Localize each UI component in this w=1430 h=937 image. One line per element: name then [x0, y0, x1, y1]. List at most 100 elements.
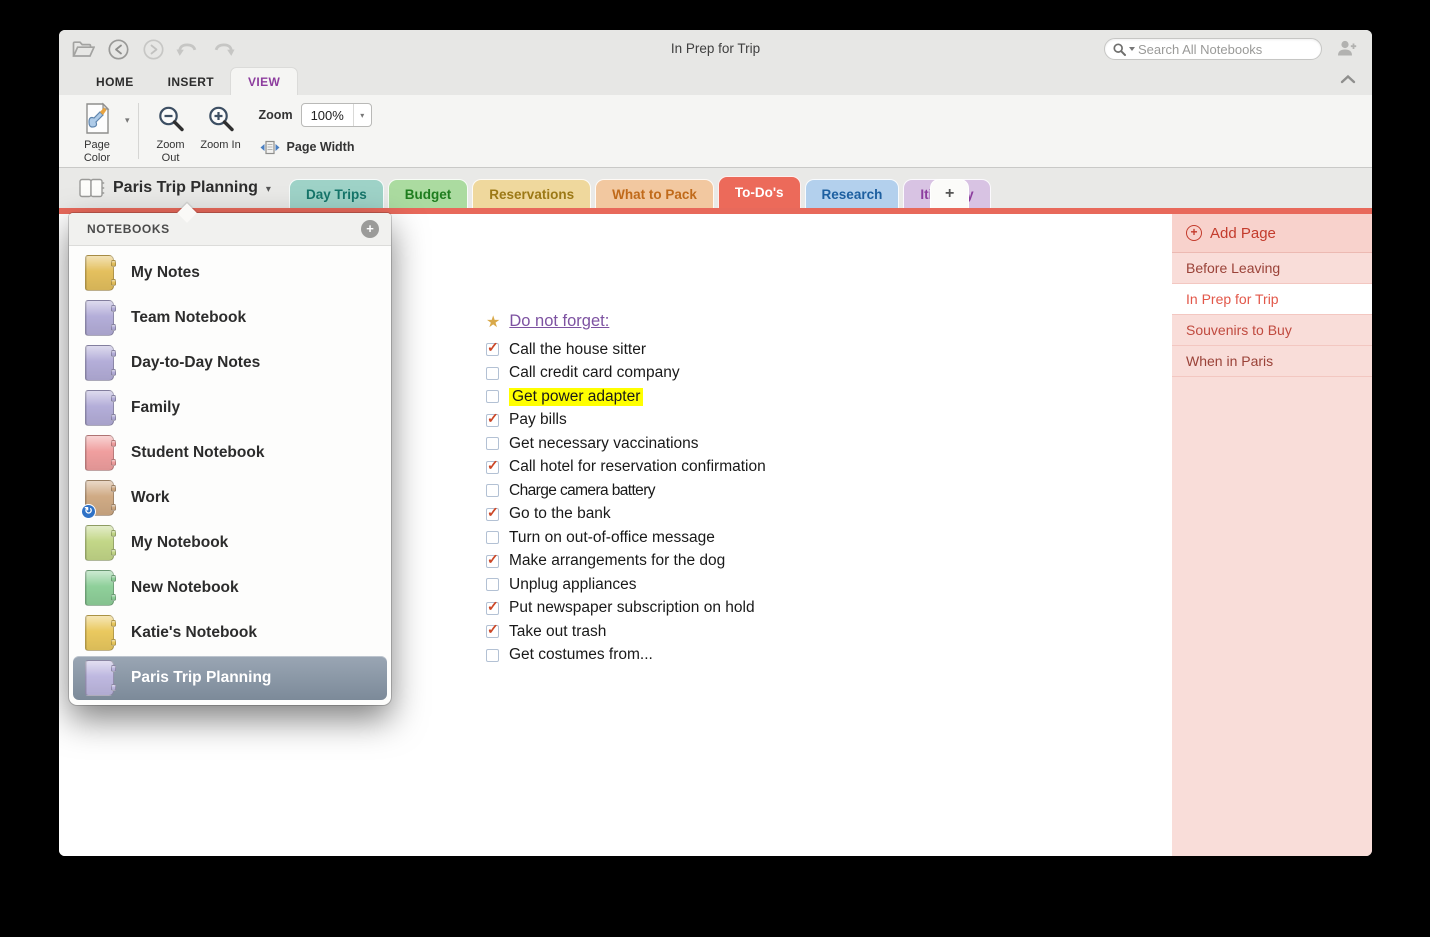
todo-checkbox[interactable]: ✓ [486, 410, 499, 427]
todo-row: ✓ Make arrangements for the dog [486, 550, 766, 574]
notebook-ring-icon [111, 548, 116, 556]
forward-icon[interactable] [141, 38, 165, 60]
add-page-button[interactable]: + Add Page [1172, 214, 1372, 253]
todo-text[interactable]: Call hotel for reservation confirmation [509, 458, 766, 476]
notebook-list-item[interactable]: ↻ Team Notebook [69, 295, 391, 340]
todo-text[interactable]: Take out trash [509, 623, 606, 641]
todo-checkbox[interactable]: ✓ [486, 551, 499, 568]
notebook-item-label: Student Notebook [131, 443, 265, 461]
notebook-ring-icon [111, 619, 116, 627]
todo-text[interactable]: Call the house sitter [509, 341, 646, 359]
collapse-ribbon-icon[interactable] [1340, 74, 1356, 86]
todo-text[interactable]: Go to the bank [509, 505, 611, 523]
notebook-list-item[interactable]: ↻ Paris Trip Planning [73, 656, 387, 700]
todo-text[interactable]: Unplug appliances [509, 576, 637, 594]
todo-checkbox[interactable]: ✓ [486, 621, 499, 639]
zoom-level-caret-icon[interactable]: ▾ [352, 104, 371, 126]
page-width-button[interactable]: Page Width [259, 135, 372, 159]
todo-checkbox[interactable]: ✓ [486, 457, 499, 474]
todo-checkbox[interactable]: ✓ [486, 648, 499, 662]
todo-text[interactable]: Call credit card company [509, 364, 680, 382]
search-scope-caret-icon[interactable] [1129, 47, 1135, 51]
back-icon[interactable] [106, 38, 130, 60]
search-input[interactable] [1138, 41, 1298, 57]
undo-icon[interactable] [176, 38, 200, 60]
section-tab[interactable]: Reservations [472, 179, 592, 208]
sidebar-page-item[interactable]: When in Paris [1172, 346, 1372, 377]
page-color-caret-icon[interactable]: ▾ [125, 115, 130, 167]
checkmark-icon: ✓ [487, 409, 499, 426]
todo-text[interactable]: Get necessary vaccinations [509, 435, 699, 453]
add-section-button[interactable]: + [930, 179, 970, 208]
notebooks-popover: NOTEBOOKS + ↻ My Notes ↻ Team Notebook ↻… [69, 213, 391, 705]
todo-checkbox[interactable]: ✓ [486, 339, 499, 357]
todo-checkbox[interactable]: ✓ [486, 366, 499, 380]
todo-row: ✓ Call the house sitter [486, 338, 766, 362]
notebook-ring-icon [111, 593, 116, 601]
ribbon-tab[interactable]: HOME [79, 68, 151, 95]
search-box[interactable] [1104, 38, 1322, 60]
zoom-label: Zoom [258, 108, 293, 122]
notebook-item-label: My Notes [131, 263, 200, 281]
todo-checkbox[interactable]: ✓ [486, 504, 499, 521]
todo-row: ✓ Call credit card company [486, 362, 766, 386]
checkmark-icon: ✓ [487, 456, 499, 473]
redo-icon[interactable] [211, 38, 235, 60]
notebook-switcher[interactable]: Paris Trip Planning ▾ [79, 178, 271, 198]
notebook-book-icon [79, 178, 105, 198]
notebook-list-item[interactable]: ↻ Work [69, 475, 391, 520]
todo-checkbox[interactable]: ✓ [486, 437, 499, 451]
todo-row: ✓ Take out trash [486, 620, 766, 644]
zoom-level-select[interactable]: 100% ▾ [300, 103, 372, 127]
note-heading-row: ★ Do not forget: [486, 308, 766, 335]
checkmark-icon: ✓ [487, 597, 499, 614]
notebook-ring-icon [111, 278, 116, 286]
ribbon-tab[interactable]: INSERT [151, 68, 231, 95]
todo-checkbox[interactable]: ✓ [486, 390, 499, 404]
sidebar-page-item[interactable]: Before Leaving [1172, 253, 1372, 284]
notebook-list-item[interactable]: ↻ Student Notebook [69, 430, 391, 475]
todo-checkbox[interactable]: ✓ [486, 598, 499, 615]
ribbon-tab[interactable]: VIEW [231, 68, 298, 95]
notebook-ring-icon [111, 665, 116, 672]
add-page-plus-icon: + [1186, 225, 1202, 241]
todo-row: ✓ Get power adapter [486, 385, 766, 409]
section-tab[interactable]: Budget [387, 179, 469, 208]
section-tab[interactable]: Research [804, 179, 900, 208]
todo-text[interactable]: Put newspaper subscription on hold [509, 599, 755, 617]
notebook-ring-icon [111, 304, 116, 312]
share-people-icon[interactable] [1336, 39, 1358, 57]
sidebar-page-item[interactable]: Souvenirs to Buy [1172, 315, 1372, 346]
todo-checkbox[interactable]: ✓ [486, 484, 499, 498]
section-tab[interactable]: Day Trips [289, 179, 384, 208]
notebook-ring-icon [111, 529, 116, 537]
notebooks-popover-header: NOTEBOOKS + [69, 213, 391, 246]
notebook-list-item[interactable]: ↻ Day-to-Day Notes [69, 340, 391, 385]
notebook-list-item[interactable]: ↻ New Notebook [69, 565, 391, 610]
note-heading[interactable]: Do not forget: [509, 312, 609, 331]
note-outline: ★ Do not forget: ✓ Call the house sitter… [486, 308, 766, 667]
section-tab[interactable]: What to Pack [595, 179, 714, 208]
desktop: { "icons": { "caret_down": "▾", "star": … [0, 0, 1430, 937]
zoom-in-button[interactable]: Zoom In [197, 101, 245, 167]
todo-text[interactable]: Pay bills [509, 411, 567, 429]
page-color-button[interactable]: Page Color [69, 101, 125, 167]
todo-text[interactable]: Turn on out-of-office message [509, 529, 715, 547]
sidebar-page-item[interactable]: In Prep for Trip [1172, 284, 1372, 315]
add-notebook-button[interactable]: + [361, 220, 379, 238]
todo-row: ✓ Unplug appliances [486, 573, 766, 597]
notebook-list-item[interactable]: ↻ Family [69, 385, 391, 430]
notebook-list-item[interactable]: ↻ My Notes [69, 250, 391, 295]
notebook-icon: ↻ [85, 344, 116, 381]
section-tab[interactable]: To-Do's [717, 176, 801, 208]
notebook-list-item[interactable]: ↻ My Notebook [69, 520, 391, 565]
todo-checkbox[interactable]: ✓ [486, 531, 499, 545]
todo-text[interactable]: Get costumes from... [509, 646, 653, 664]
zoom-out-button[interactable]: Zoom Out [147, 101, 195, 167]
todo-text[interactable]: Get power adapter [509, 387, 644, 406]
notebook-list-item[interactable]: ↻ Katie's Notebook [69, 610, 391, 655]
todo-text[interactable]: Charge camera battery [509, 482, 656, 500]
todo-checkbox[interactable]: ✓ [486, 578, 499, 592]
open-folder-icon[interactable] [71, 38, 95, 60]
todo-text[interactable]: Make arrangements for the dog [509, 552, 725, 570]
